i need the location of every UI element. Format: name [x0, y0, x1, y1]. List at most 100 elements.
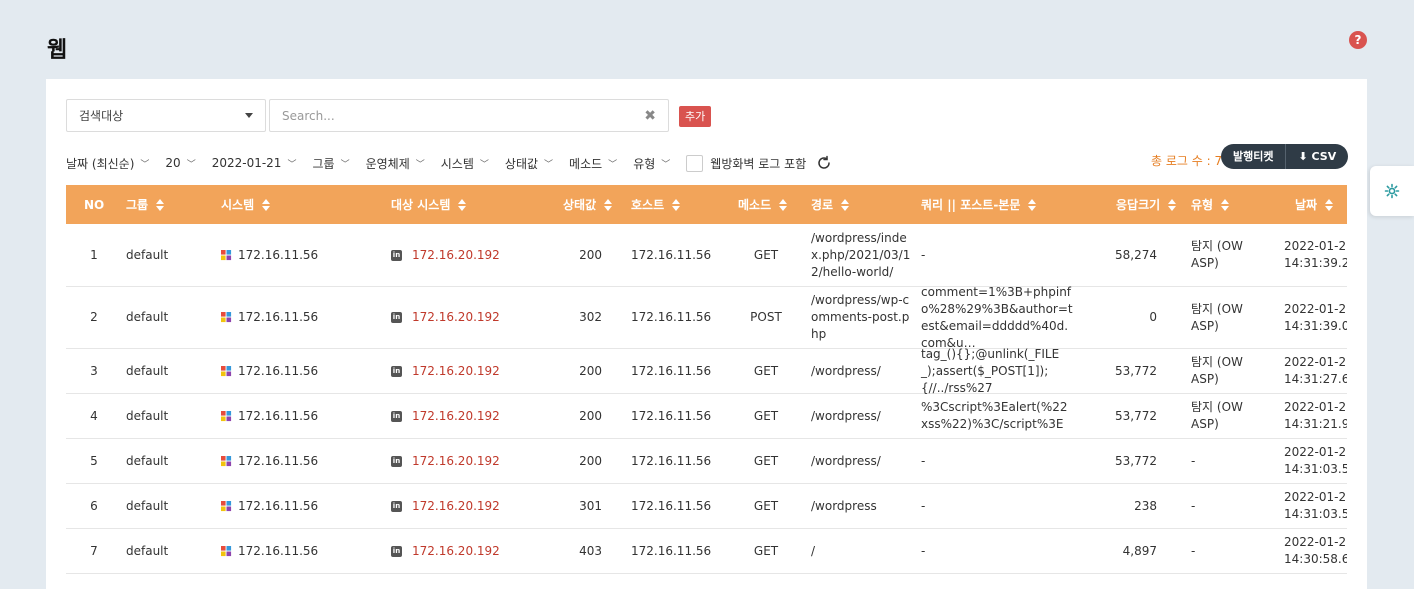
cell-target[interactable]: in 172.16.20.192 [391, 349, 500, 393]
system-ip: 172.16.11.56 [238, 453, 319, 468]
col-header-no[interactable]: NO [84, 198, 104, 212]
table-row[interactable]: 6 default 172.16.11.56 in 172.16.20.192 … [66, 484, 1347, 529]
cell-host: 172.16.11.56 [631, 453, 712, 468]
col-header-host[interactable]: 호스트 [631, 196, 681, 213]
cell-target[interactable]: in 172.16.20.192 [391, 224, 500, 286]
cell-path: /wordpress/index.php/2021/03/12/hello-wo… [811, 230, 911, 279]
sort-icon [1221, 198, 1230, 211]
col-header-query[interactable]: 쿼리 || 포스트-본문 [921, 196, 1037, 213]
target-ip-link[interactable]: 172.16.20.192 [412, 363, 500, 380]
sort-filter-label: 날짜 (최신순) [66, 156, 135, 171]
cell-size: 58,274 [1115, 247, 1157, 262]
col-header-target-system[interactable]: 대상 시스템 [391, 196, 467, 213]
cell-type: 탐지 (OWASP) [1191, 239, 1243, 270]
log-table: NO 그룹 시스템 대상 시스템 상태값 호스트 메소드 경로 쿼리 || 포스… [66, 185, 1347, 574]
date-filter[interactable]: 2022-01-21 ﹀ [212, 156, 297, 170]
table-row[interactable]: 3 default 172.16.11.56 in 172.16.20.192 … [66, 347, 1347, 395]
col-header-group[interactable]: 그룹 [126, 196, 165, 213]
cell-size: 0 [1149, 310, 1157, 324]
col-header-path[interactable]: 경로 [811, 196, 850, 213]
status-filter[interactable]: 상태값 ﹀ [505, 155, 553, 172]
cell-size: 238 [1134, 498, 1157, 513]
cell-target[interactable]: in 172.16.20.192 [391, 439, 500, 483]
time-value: 14:31:03.531 [1284, 462, 1347, 476]
group-filter[interactable]: 그룹 ﹀ [312, 155, 349, 172]
date-value: 2022-01-21 [1284, 239, 1347, 253]
help-icon[interactable]: ? [1349, 31, 1367, 49]
cell-status: 200 [579, 247, 602, 262]
sort-icon [156, 198, 165, 211]
caret-down-icon [245, 113, 253, 118]
csv-button[interactable]: ⬇ CSV [1286, 144, 1348, 169]
cell-target[interactable]: in 172.16.20.192 [391, 394, 500, 438]
table-row[interactable]: 4 default 172.16.11.56 in 172.16.20.192 … [66, 394, 1347, 439]
cell-date: 2022-01-21 14:30:58.639 [1284, 529, 1347, 573]
waf-log-toggle[interactable]: 웹방화벽 로그 포함 [686, 154, 832, 172]
cell-host: 172.16.11.56 [631, 408, 712, 423]
type-filter-label: 유형 [633, 156, 656, 171]
target-ip-link[interactable]: 172.16.20.192 [412, 247, 500, 264]
table-row[interactable]: 2 default 172.16.11.56 in 172.16.20.192 … [66, 285, 1347, 350]
target-ip-link[interactable]: 172.16.20.192 [412, 543, 500, 560]
cell-type: 탐지 (OWASP) [1191, 355, 1243, 386]
linux-icon: in [391, 545, 402, 557]
settings-side-tab[interactable] [1370, 166, 1414, 216]
page-size-label: 20 [165, 156, 181, 170]
cell-target[interactable]: in 172.16.20.192 [391, 529, 500, 573]
cell-target[interactable]: in 172.16.20.192 [391, 484, 500, 528]
col-header-label: 날짜 [1295, 198, 1318, 212]
cell-target[interactable]: in 172.16.20.192 [391, 287, 500, 348]
cell-no: 1 [90, 247, 98, 262]
ticket-button[interactable]: 발행티켓 [1221, 144, 1285, 169]
cell-group: default [126, 408, 169, 423]
system-ip: 172.16.11.56 [238, 310, 319, 324]
cell-path: /wordpress/ [811, 453, 881, 468]
cell-size: 53,772 [1115, 363, 1157, 378]
col-header-type[interactable]: 유형 [1191, 196, 1230, 213]
col-header-date[interactable]: 날짜 [1295, 196, 1334, 213]
page-size-filter[interactable]: 20 ﹀ [165, 156, 195, 170]
col-header-size[interactable]: 응답크기 [1116, 196, 1177, 213]
waf-log-checkbox[interactable] [686, 154, 704, 172]
time-value: 14:31:27.666 [1284, 372, 1347, 386]
cell-system: 172.16.11.56 [221, 439, 318, 483]
cell-date: 2022-01-21 14:31:39.258 [1284, 224, 1347, 286]
system-ip: 172.16.11.56 [238, 498, 319, 513]
col-header-method[interactable]: 메소드 [738, 196, 788, 213]
date-value: 2022-01-21 [1284, 445, 1347, 459]
clear-icon[interactable]: ✖ [644, 108, 656, 124]
system-icon [221, 312, 232, 323]
type-filter[interactable]: 유형 ﹀ [633, 155, 670, 172]
add-button[interactable]: 추가 [679, 106, 712, 127]
method-filter[interactable]: 메소드 ﹀ [569, 155, 617, 172]
chevron-down-icon: ﹀ [479, 159, 489, 170]
os-filter[interactable]: 운영체제 ﹀ [366, 155, 425, 172]
col-header-label: 응답크기 [1116, 198, 1161, 212]
gear-icon[interactable] [1384, 183, 1400, 199]
refresh-icon[interactable] [816, 155, 832, 171]
col-header-label: 쿼리 || 포스트-본문 [921, 198, 1021, 212]
col-header-system[interactable]: 시스템 [221, 196, 271, 213]
col-header-status[interactable]: 상태값 [563, 196, 613, 213]
cell-date: 2022-01-21 14:31:39.07 [1284, 287, 1347, 348]
chevron-down-icon: ﹀ [186, 159, 196, 170]
cell-host: 172.16.11.56 [631, 498, 712, 513]
target-ip-link[interactable]: 172.16.20.192 [412, 309, 500, 326]
target-ip-link[interactable]: 172.16.20.192 [412, 453, 500, 470]
search-input[interactable] [282, 108, 645, 123]
waf-log-label: 웹방화벽 로그 포함 [710, 156, 807, 171]
chevron-down-icon: ﹀ [287, 159, 297, 170]
action-button-group: 발행티켓 ⬇ CSV [1221, 144, 1349, 169]
system-icon [221, 249, 232, 260]
table-row[interactable]: 5 default 172.16.11.56 in 172.16.20.192 … [66, 439, 1347, 484]
sort-filter[interactable]: 날짜 (최신순) ﹀ [66, 155, 149, 172]
target-ip-link[interactable]: 172.16.20.192 [412, 498, 500, 515]
system-filter[interactable]: 시스템 ﹀ [441, 155, 489, 172]
table-row[interactable]: 1 default 172.16.11.56 in 172.16.20.192 … [66, 224, 1347, 287]
target-ip-link[interactable]: 172.16.20.192 [412, 408, 500, 425]
search-box[interactable]: ✖ [269, 99, 669, 132]
sort-icon [672, 198, 681, 211]
table-row[interactable]: 7 default 172.16.11.56 in 172.16.20.192 … [66, 529, 1347, 574]
cell-group: default [126, 498, 169, 513]
search-target-select[interactable]: 검색대상 [66, 99, 266, 132]
